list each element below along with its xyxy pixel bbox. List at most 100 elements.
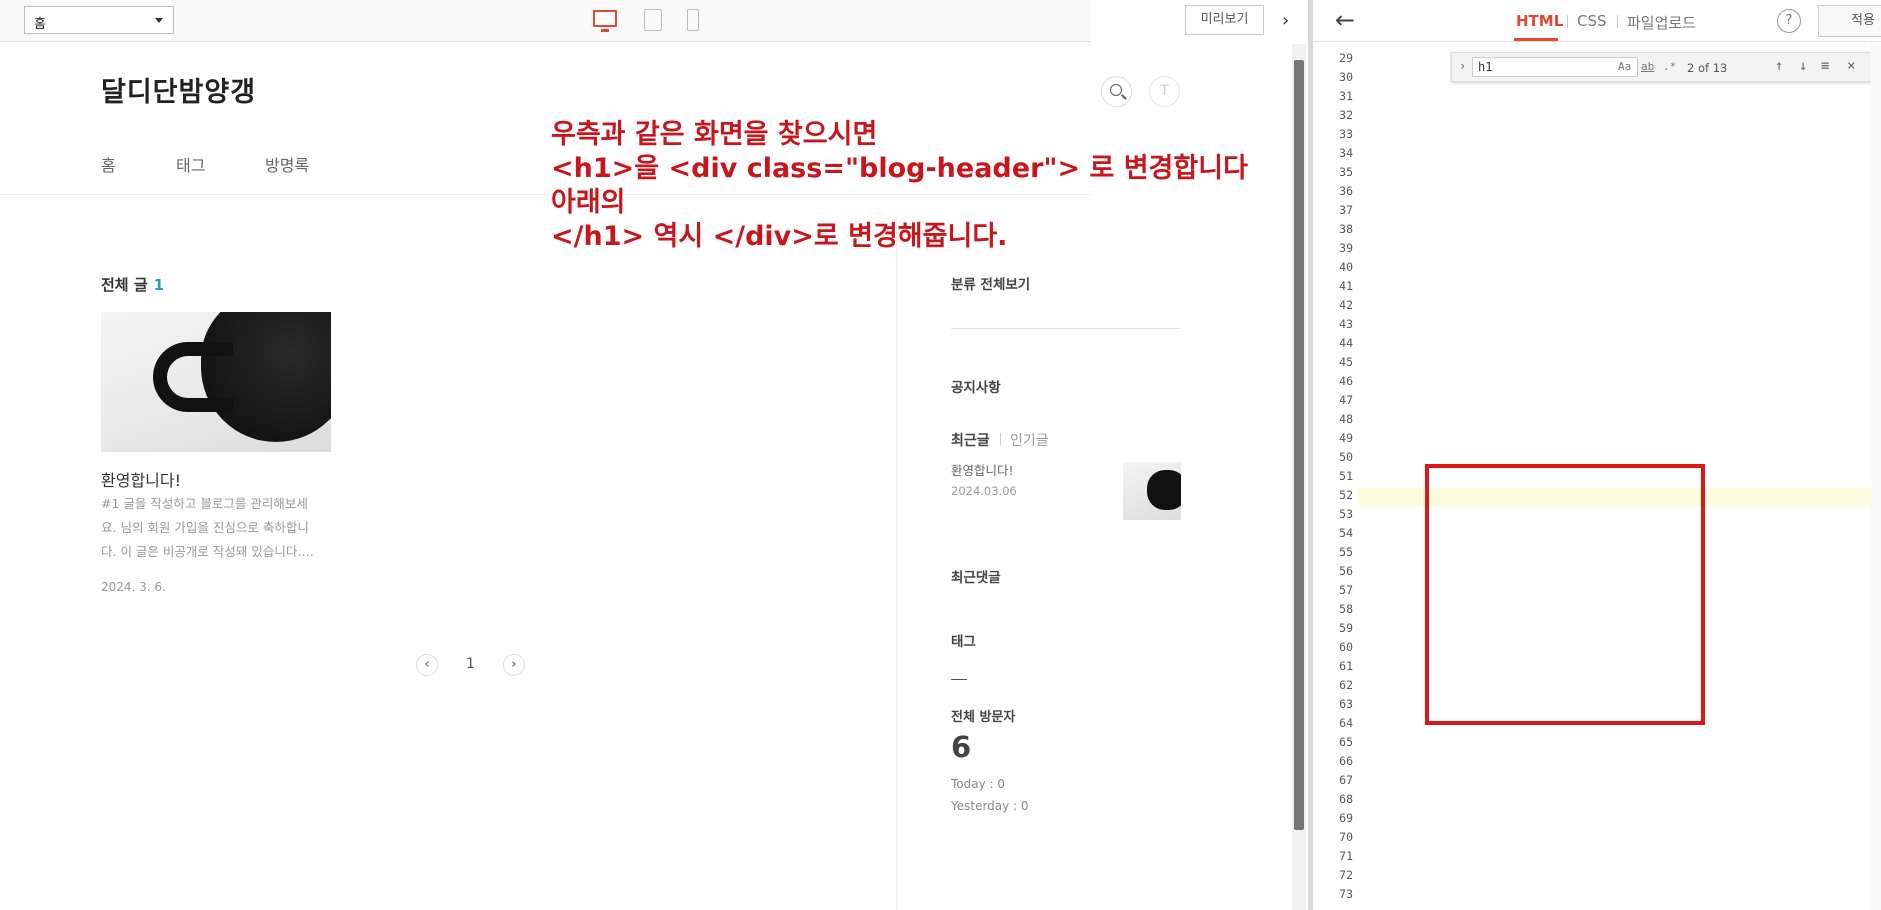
blog-title[interactable]: 달디단밤양갱: [101, 70, 256, 109]
line-number: 34: [1339, 146, 1353, 160]
find-match-count: 2 of 13: [1687, 61, 1728, 75]
recent-post-title[interactable]: 환영합니다!: [951, 460, 1014, 479]
tablet-view-icon[interactable]: [644, 9, 662, 31]
line-number: 40: [1339, 260, 1353, 274]
line-number: 30: [1339, 70, 1353, 84]
category-all[interactable]: 분류 전체보기: [951, 273, 1030, 293]
line-number: 50: [1339, 450, 1353, 464]
divider: [1617, 15, 1618, 28]
instruction-annotation: 우측과 같은 화면을 찾으시면 <h1>을 <div class="blog-h…: [551, 118, 1248, 254]
apply-button[interactable]: 적용: [1818, 5, 1881, 37]
page-select[interactable]: 홈: [24, 6, 174, 34]
visitors-today: Today : 0: [951, 777, 1006, 791]
find-widget: › h1 Aa ab .* 2 of 13 ↑ ↓ ≡ ×: [1451, 52, 1881, 82]
line-number: 51: [1339, 469, 1353, 483]
code-editor[interactable]: 29 30 31 32 33 34 35 36 37 38 39 40 41 42 43 44 45 46 47 48…: [1313, 43, 1881, 910]
line-number: 66: [1339, 754, 1353, 768]
arrow-down-icon[interactable]: ↓: [1799, 58, 1807, 74]
line-number: 46: [1339, 374, 1353, 388]
post-title[interactable]: 환영합니다!: [101, 467, 181, 491]
match-case-toggle[interactable]: Aa: [1618, 60, 1631, 73]
line-number: 48: [1339, 412, 1353, 426]
recent-post-thumbnail[interactable]: [1123, 462, 1181, 520]
profile-button[interactable]: T: [1149, 76, 1180, 107]
nav-home[interactable]: 홈: [101, 152, 116, 176]
recent-comments-heading: 최근댓글: [951, 570, 1001, 586]
line-number: 38: [1339, 222, 1353, 236]
close-icon[interactable]: ×: [1847, 58, 1855, 74]
line-number: 53: [1339, 507, 1353, 521]
line-number: 33: [1339, 127, 1353, 141]
chevron-right-icon[interactable]: ›: [1282, 10, 1289, 31]
find-in-selection-icon[interactable]: ≡: [1821, 58, 1829, 74]
arrow-up-icon[interactable]: ↑: [1775, 58, 1783, 74]
recent-post-date: 2024.03.06: [951, 484, 1017, 498]
search-button[interactable]: [1101, 76, 1132, 107]
line-number: 31: [1339, 89, 1353, 103]
annotation-line: 아래의: [551, 187, 626, 218]
chevron-right-icon[interactable]: ›: [1459, 59, 1466, 73]
tab-css[interactable]: CSS: [1577, 12, 1607, 30]
line-number: 59: [1339, 621, 1353, 635]
line-number: 65: [1339, 735, 1353, 749]
code-editor-pane: ← HTML CSS 파일업로드 ? 적용 29 30 31 32 33 34 35 36 37…: [1313, 0, 1881, 910]
post-thumbnail[interactable]: [101, 312, 331, 452]
line-number: 55: [1339, 545, 1353, 559]
line-number: 52: [1339, 488, 1353, 502]
notice-heading[interactable]: 공지사항: [951, 376, 1001, 396]
tab-popular-posts[interactable]: 인기글: [1010, 430, 1049, 450]
line-number: 64: [1339, 716, 1353, 730]
nav-guestbook[interactable]: 방명록: [265, 152, 309, 176]
page-current[interactable]: 1: [466, 656, 475, 672]
highlight-box: [1425, 464, 1705, 725]
line-number: 62: [1339, 678, 1353, 692]
line-number: 43: [1339, 317, 1353, 331]
tab-html[interactable]: HTML: [1516, 12, 1563, 30]
line-number: 67: [1339, 773, 1353, 787]
page-prev-button[interactable]: ‹: [416, 654, 438, 676]
mobile-view-icon[interactable]: [687, 9, 699, 31]
mug-handle: [153, 342, 233, 412]
tags-heading: 태그: [951, 634, 976, 650]
post-date: 2024. 3. 6.: [101, 580, 166, 594]
chevron-down-icon: [155, 18, 163, 23]
preview-button[interactable]: 미리보기: [1185, 5, 1264, 35]
editor-scrollbar[interactable]: [1871, 43, 1881, 910]
line-number: 35: [1339, 165, 1353, 179]
tab-recent-posts[interactable]: 최근글: [951, 430, 990, 450]
visitors-label: 전체 방문자: [951, 710, 1016, 725]
line-number: 39: [1339, 241, 1353, 255]
annotation-line: 우측과 같은 화면을 찾으시면: [551, 119, 878, 150]
page-next-button[interactable]: ›: [503, 654, 525, 676]
nav-tag[interactable]: 태그: [176, 152, 205, 176]
scrollbar-thumb[interactable]: [1294, 60, 1304, 830]
help-icon[interactable]: ?: [1777, 9, 1801, 33]
tab-file-upload[interactable]: 파일업로드: [1627, 12, 1696, 33]
back-arrow-icon[interactable]: ←: [1335, 6, 1355, 34]
annotation-line: </h1> 역시 </div>로 변경해줍니다.: [551, 221, 1008, 252]
regex-toggle[interactable]: .*: [1663, 60, 1676, 73]
search-icon: [1110, 84, 1122, 96]
desktop-view-icon[interactable]: [593, 10, 617, 32]
line-number: 29: [1339, 51, 1353, 65]
line-number: 72: [1339, 868, 1353, 882]
page-select-value: 홈: [34, 17, 46, 32]
divider: [951, 328, 1181, 329]
divider: [951, 679, 967, 680]
all-posts-count: 1: [153, 276, 165, 294]
preview-toolbar: 홈: [0, 0, 1091, 42]
all-posts-label: 전체 글: [101, 276, 148, 294]
search-icon-handle: [1121, 94, 1127, 100]
line-number: 73: [1339, 887, 1353, 901]
line-number: 54: [1339, 526, 1353, 540]
line-number: 44: [1339, 336, 1353, 350]
whole-word-toggle[interactable]: ab: [1641, 60, 1654, 73]
line-number: 49: [1339, 431, 1353, 445]
line-number: 71: [1339, 849, 1353, 863]
line-number: 45: [1339, 355, 1353, 369]
line-number: 61: [1339, 659, 1353, 673]
active-tab-indicator: [1514, 38, 1558, 41]
find-input[interactable]: h1: [1472, 57, 1638, 77]
divider: [896, 218, 897, 910]
line-number: 42: [1339, 298, 1353, 312]
